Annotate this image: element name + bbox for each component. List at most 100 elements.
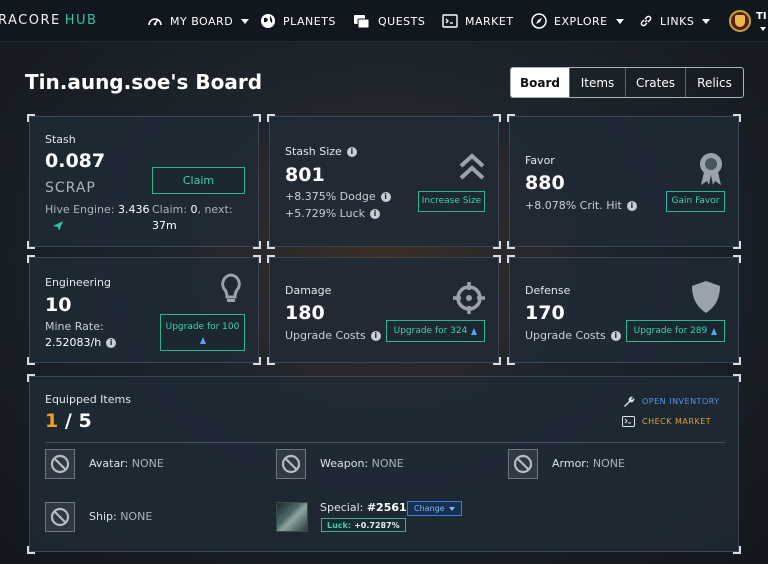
next-label: , next: <box>197 203 233 216</box>
info-icon[interactable]: i <box>626 201 637 211</box>
stash-size-label-row: Stash Size i <box>285 145 357 158</box>
tab-items[interactable]: Items <box>569 68 625 97</box>
user-name-truncated[interactable]: TI <box>756 11 767 22</box>
shield-icon <box>692 281 720 313</box>
mine-rate-value: 2.52083/h <box>45 336 102 349</box>
info-icon[interactable]: i <box>380 192 391 202</box>
change-special-button[interactable]: Change <box>407 501 462 516</box>
chevron-down-icon <box>448 506 455 511</box>
upgrade-damage-label: Upgrade for 324 <box>393 325 468 336</box>
nav-label: EXPLORE <box>554 14 608 28</box>
divider <box>45 442 725 443</box>
info-icon[interactable]: i <box>369 209 380 219</box>
equipped-count-max: 5 <box>78 410 92 432</box>
info-icon[interactable]: i <box>610 331 621 341</box>
upgrade-damage-button[interactable]: Upgrade for 324 <box>386 320 485 342</box>
check-market-label: CHECK MARKET <box>642 417 712 426</box>
ship-slot[interactable] <box>45 502 75 532</box>
user-avatar[interactable] <box>729 10 751 32</box>
equipped-count: 1 / 5 <box>45 410 92 432</box>
hive-token-icon <box>199 337 206 344</box>
change-label: Change <box>414 504 445 513</box>
empty-slot-icon <box>281 454 301 474</box>
claim-label: Claim: <box>152 203 187 216</box>
defense-label: Defense <box>525 284 571 297</box>
compass-icon <box>531 13 547 29</box>
open-inventory-label: OPEN INVENTORY <box>642 397 720 406</box>
special-luck-badge: Luck: +0.7287% <box>321 518 406 532</box>
nav-planets[interactable]: PLANETS <box>260 11 336 31</box>
claim-row: Claim: 0, next: <box>152 203 233 216</box>
special-item-image[interactable] <box>276 502 308 532</box>
weapon-slot-label: Weapon: NONE <box>320 457 404 470</box>
wrench-icon <box>624 396 635 407</box>
armor-slot-label: Armor: NONE <box>552 457 625 470</box>
special-luck-value: +0.7287% <box>354 520 400 530</box>
logo-text: RACORE <box>0 13 61 28</box>
stash-unit: SCRAP <box>45 180 96 196</box>
hive-engine-label: Hive Engine: <box>45 203 115 216</box>
check-market-link[interactable]: CHECK MARKET <box>622 416 711 427</box>
stash-size-label: Stash Size <box>285 145 342 158</box>
nav-label: PLANETS <box>283 14 336 28</box>
nav-links[interactable]: LINKS <box>639 11 711 31</box>
globe-icon <box>261 14 275 28</box>
info-icon[interactable]: i <box>370 331 381 341</box>
chevron-down-icon[interactable] <box>760 27 766 31</box>
chevron-down-icon <box>702 18 711 24</box>
nav-quests[interactable]: QUESTS <box>353 11 425 31</box>
shield-emblem-icon <box>735 15 745 27</box>
damage-value: 180 <box>285 302 325 324</box>
weapon-label: Weapon: <box>320 457 369 470</box>
tab-board[interactable]: Board <box>511 68 569 97</box>
page-title: Tin.aung.soe's Board <box>25 70 263 94</box>
nav-label: MARKET <box>465 14 514 28</box>
equipped-count-current: 1 <box>45 410 59 432</box>
special-luck-label: Luck: <box>327 520 352 530</box>
nav-explore[interactable]: EXPLORE <box>531 11 624 31</box>
nav-market[interactable]: MARKET <box>442 11 514 31</box>
info-icon[interactable]: i <box>346 147 357 157</box>
avatar-value: NONE <box>131 457 164 470</box>
hive-engine-value: 3.436 <box>118 203 150 216</box>
dodge-bonus: +8.375% Dodge <box>285 190 376 203</box>
double-chevron-up-icon <box>459 153 485 180</box>
send-icon[interactable] <box>52 220 64 232</box>
tab-crates[interactable]: Crates <box>625 68 685 97</box>
increase-size-button[interactable]: Increase Size <box>418 191 485 212</box>
top-nav: RACORE HUB MY BOARD PLANETS QUESTS MARKET… <box>0 0 768 42</box>
nav-my-board[interactable]: MY BOARD <box>147 11 250 31</box>
scroll-icon <box>354 14 370 28</box>
upgrade-engineering-button[interactable]: Upgrade for 100 <box>160 314 245 351</box>
mine-rate-label: Mine Rate: <box>45 320 104 333</box>
open-inventory-link[interactable]: OPEN INVENTORY <box>622 395 720 408</box>
upgrade-defense-button[interactable]: Upgrade for 289 <box>626 320 725 342</box>
armor-slot[interactable] <box>508 449 538 479</box>
chevron-down-icon <box>615 18 624 24</box>
gain-favor-button[interactable]: Gain Favor <box>666 191 725 212</box>
info-icon[interactable]: i <box>106 338 117 348</box>
ship-slot-label: Ship: NONE <box>89 510 152 523</box>
weapon-value: NONE <box>371 457 404 470</box>
favor-value: 880 <box>525 172 565 194</box>
tab-relics[interactable]: Relics <box>685 68 743 97</box>
terminal-icon <box>442 14 458 28</box>
damage-costs-label: Upgrade Costs <box>285 329 366 342</box>
link-icon <box>640 15 652 27</box>
avatar-slot[interactable] <box>45 449 75 479</box>
damage-card: Damage 180 Upgrade Costs i Upgrade for 32… <box>267 255 501 365</box>
luck-bonus: +5.729% Luck <box>285 207 365 220</box>
upgrade-defense-label: Upgrade for 289 <box>633 325 708 336</box>
favor-label: Favor <box>525 154 555 167</box>
logo-accent-text: HUB <box>64 13 98 28</box>
claim-button[interactable]: Claim <box>152 167 245 194</box>
empty-slot-icon <box>50 454 70 474</box>
chevron-down-icon <box>241 18 250 24</box>
stash-size-value: 801 <box>285 164 325 186</box>
crit-row: +8.078% Crit. Hit i <box>525 199 637 212</box>
app-logo[interactable]: RACORE HUB <box>0 13 97 28</box>
engineering-label: Engineering <box>45 276 111 289</box>
equipped-count-separator: / <box>64 410 72 432</box>
weapon-slot[interactable] <box>276 449 306 479</box>
defense-costs-label: Upgrade Costs <box>525 329 606 342</box>
